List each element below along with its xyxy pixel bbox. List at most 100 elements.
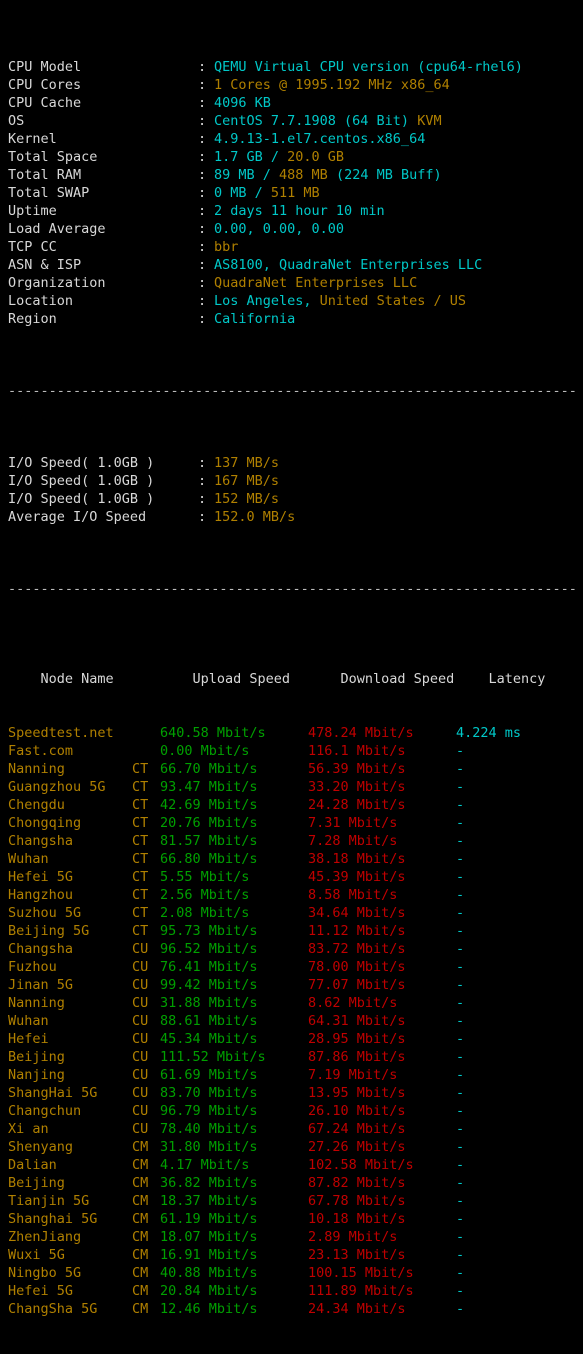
- speedtest-download-speed: 78.00 Mbit/s: [308, 959, 406, 975]
- speedtest-upload-speed: 96.79 Mbit/s: [160, 1103, 258, 1119]
- system-info-row: TCP CC: bbr: [8, 238, 583, 256]
- speedtest-row: Changsha CU 96.52 Mbit/s 83.72 Mbit/s -: [8, 940, 583, 958]
- system-info-row: Organization: QuadraNet Enterprises LLC: [8, 274, 583, 292]
- column-header-latency: Latency: [488, 671, 546, 687]
- speedtest-node-name: Chongqing: [8, 815, 82, 831]
- speedtest-download-speed: 87.82 Mbit/s: [308, 1175, 406, 1191]
- speedtest-row: Beijing 5G CT 95.73 Mbit/s 11.12 Mbit/s -: [8, 922, 583, 940]
- speedtest-download-speed: 28.95 Mbit/s: [308, 1031, 406, 1047]
- speedtest-node-name: Wuxi 5G: [8, 1247, 65, 1263]
- speedtest-row: Guangzhou 5G CT 93.47 Mbit/s 33.20 Mbit/s -: [8, 778, 583, 796]
- system-info-value-highlight: 1 Cores @ 1995.192 MHz x86_64: [214, 77, 450, 93]
- system-info-row: CPU Model: QEMU Virtual CPU version (cpu6…: [8, 58, 583, 76]
- speedtest-upload-speed: 61.69 Mbit/s: [160, 1067, 258, 1083]
- speedtest-operator-code: CT: [132, 923, 149, 939]
- io-speed-colon: :: [198, 491, 207, 507]
- speedtest-row: Fast.com 0.00 Mbit/s 116.1 Mbit/s -: [8, 742, 583, 760]
- speedtest-operator-code: CT: [132, 761, 149, 777]
- speedtest-latency: -: [456, 779, 465, 795]
- system-info-row: OS: CentOS 7.7.1908 (64 Bit) KVM: [8, 112, 583, 130]
- speedtest-upload-speed: 81.57 Mbit/s: [160, 833, 258, 849]
- speedtest-upload-speed: 66.70 Mbit/s: [160, 761, 258, 777]
- speedtest-node-name: Tianjin 5G: [8, 1193, 90, 1209]
- system-info-label: Organization: [8, 275, 106, 291]
- io-speed-label: I/O Speed( 1.0GB ): [8, 491, 155, 507]
- system-info-value: California: [214, 311, 296, 327]
- system-info-row: Total Space:1.7 GB / 20.0 GB: [8, 148, 583, 166]
- speedtest-upload-speed: 111.52 Mbit/s: [160, 1049, 266, 1065]
- speedtest-upload-speed: 45.34 Mbit/s: [160, 1031, 258, 1047]
- speedtest-node-name: Hefei 5G: [8, 1283, 74, 1299]
- speedtest-operator-code: CU: [132, 1103, 149, 1119]
- speedtest-node-name: Hefei 5G: [8, 869, 74, 885]
- system-info-value-highlight: bbr: [214, 239, 239, 255]
- system-info-colon: :: [198, 239, 207, 255]
- system-info-row: Total SWAP:0 MB / 511 MB: [8, 184, 583, 202]
- io-speed-value: 152.0 MB/s: [214, 509, 296, 525]
- speedtest-operator-code: CM: [132, 1139, 149, 1155]
- system-info-value: 1.7 GB /: [214, 149, 288, 165]
- speedtest-upload-speed: 61.19 Mbit/s: [160, 1211, 258, 1227]
- speedtest-latency: -: [456, 1247, 465, 1263]
- speedtest-row: ChangSha 5G CM 12.46 Mbit/s 24.34 Mbit/s -: [8, 1300, 583, 1318]
- speedtest-operator-code: CM: [132, 1301, 149, 1317]
- system-info-row: Load Average:0.00, 0.00, 0.00: [8, 220, 583, 238]
- speedtest-table-header: Node Name Upload Speed Download Speed Laten…: [8, 652, 583, 687]
- speedtest-node-name: Suzhou 5G: [8, 905, 82, 921]
- speedtest-node-name: Wuhan: [8, 1013, 49, 1029]
- speedtest-upload-speed: 31.88 Mbit/s: [160, 995, 258, 1011]
- speedtest-download-speed: 8.58 Mbit/s: [308, 887, 398, 903]
- system-info-value: CentOS 7.7.1908 (64 Bit): [214, 113, 418, 129]
- system-info-value-suffix: (224 MB Buff): [327, 167, 442, 183]
- system-info-colon: :: [198, 59, 207, 75]
- speedtest-node-name: Xi an: [8, 1121, 49, 1137]
- speedtest-download-speed: 24.28 Mbit/s: [308, 797, 406, 813]
- speedtest-download-speed: 23.13 Mbit/s: [308, 1247, 406, 1263]
- speedtest-node-name: ChangSha 5G: [8, 1301, 98, 1317]
- system-info-value: 2 days 11 hour 10 min: [214, 203, 385, 219]
- io-speed-label: I/O Speed( 1.0GB ): [8, 455, 155, 471]
- speedtest-node-name: Fast.com: [8, 743, 74, 759]
- speedtest-latency: -: [456, 1067, 465, 1083]
- system-info-value: Los Angeles,: [214, 293, 320, 309]
- speedtest-operator-code: CM: [132, 1193, 149, 1209]
- speedtest-upload-speed: 78.40 Mbit/s: [160, 1121, 258, 1137]
- system-info-row: Region: California: [8, 310, 583, 328]
- speedtest-upload-speed: 4.17 Mbit/s: [160, 1157, 250, 1173]
- column-header-download-speed: Download Speed: [340, 671, 455, 687]
- speedtest-row: Speedtest.net 640.58 Mbit/s 478.24 Mbit/s 4…: [8, 724, 583, 742]
- speedtest-latency: -: [456, 1229, 465, 1245]
- speedtest-node-name: Shenyang: [8, 1139, 74, 1155]
- speedtest-row: Hefei 5G CM 20.84 Mbit/s 111.89 Mbit/s -: [8, 1282, 583, 1300]
- speedtest-download-speed: 116.1 Mbit/s: [308, 743, 406, 759]
- speedtest-upload-speed: 66.80 Mbit/s: [160, 851, 258, 867]
- speedtest-download-speed: 8.62 Mbit/s: [308, 995, 398, 1011]
- speedtest-latency: -: [456, 815, 465, 831]
- speedtest-row: Beijing CU 111.52 Mbit/s 87.86 Mbit/s -: [8, 1048, 583, 1066]
- system-info-value-highlight: KVM: [417, 113, 442, 129]
- column-header-node-name: Node Name: [40, 671, 114, 687]
- speedtest-node-name: ShangHai 5G: [8, 1085, 98, 1101]
- speedtest-table-body: Speedtest.net 640.58 Mbit/s 478.24 Mbit/s 4…: [8, 724, 583, 1318]
- speedtest-upload-speed: 20.76 Mbit/s: [160, 815, 258, 831]
- system-info-label: Location: [8, 293, 74, 309]
- speedtest-latency: -: [456, 941, 465, 957]
- speedtest-row: Shenyang CM 31.80 Mbit/s 27.26 Mbit/s -: [8, 1138, 583, 1156]
- io-speed-label: Average I/O Speed: [8, 509, 147, 525]
- speedtest-latency: -: [456, 1031, 465, 1047]
- speedtest-operator-code: CT: [132, 797, 149, 813]
- speedtest-download-speed: 87.86 Mbit/s: [308, 1049, 406, 1065]
- system-info-colon: :: [198, 311, 207, 327]
- speedtest-download-speed: 83.72 Mbit/s: [308, 941, 406, 957]
- speedtest-upload-speed: 76.41 Mbit/s: [160, 959, 258, 975]
- speedtest-latency: -: [456, 1265, 465, 1281]
- speedtest-operator-code: CU: [132, 1013, 149, 1029]
- speedtest-operator-code: CM: [132, 1229, 149, 1245]
- speedtest-upload-speed: 42.69 Mbit/s: [160, 797, 258, 813]
- speedtest-row: Shanghai 5G CM 61.19 Mbit/s 10.18 Mbit/s -: [8, 1210, 583, 1228]
- io-speed-label: I/O Speed( 1.0GB ): [8, 473, 155, 489]
- speedtest-download-speed: 45.39 Mbit/s: [308, 869, 406, 885]
- system-info-value: 4.9.13-1.el7.centos.x86_64: [214, 131, 426, 147]
- speedtest-upload-speed: 16.91 Mbit/s: [160, 1247, 258, 1263]
- system-info-label: Region: [8, 311, 57, 327]
